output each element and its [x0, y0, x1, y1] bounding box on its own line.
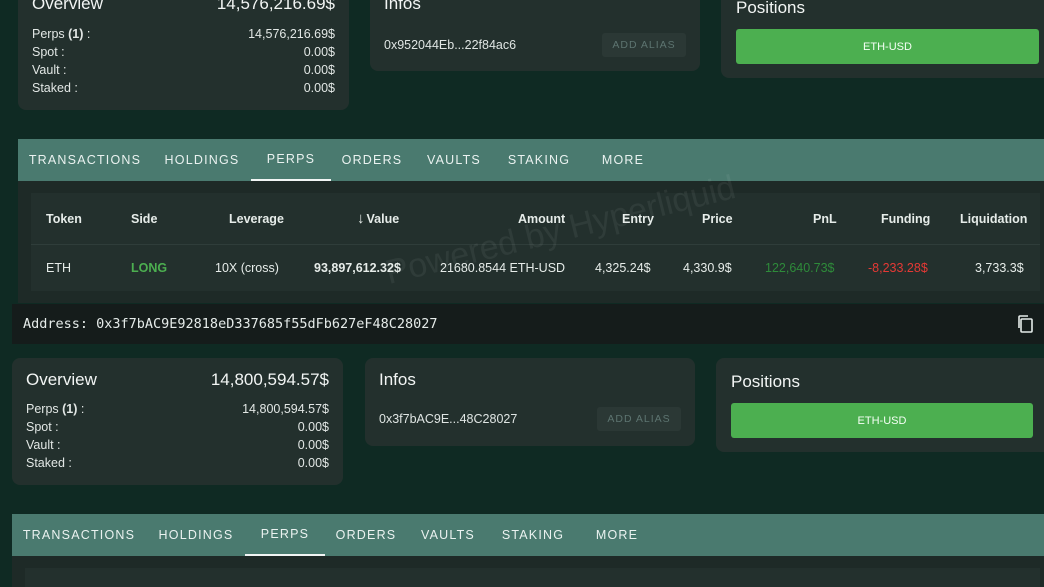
perps-table-body [25, 568, 1040, 587]
spot-label: Spot : [32, 45, 65, 59]
th-entry[interactable]: Entry [622, 212, 654, 226]
perps-table-body: Token Side Leverage ↓ Value Amount Entry … [31, 168, 1040, 292]
staked-label: Staked : [26, 456, 72, 470]
arrow-down-icon: ↓ [357, 210, 365, 227]
cell-amount: 21680.8544 ETH-USD [440, 261, 566, 275]
tab-vaults[interactable]: VAULTS [413, 139, 495, 181]
perps-label: Perps (1) : [26, 402, 85, 416]
th-value[interactable]: ↓ Value [357, 210, 399, 227]
staked-value: 0.00$ [303, 81, 335, 95]
positions-title: Positions [736, 0, 805, 17]
th-amount[interactable]: Amount [518, 212, 565, 226]
perps-table: Token Side Leverage ↓ Value Amount Entry … [18, 168, 1044, 303]
cell-price: 4,330.9$ [683, 261, 732, 275]
address-bar: Address: 0x3f7bAC9E92818eD337685f55dFb62… [12, 304, 1044, 344]
vault-label: Vault : [26, 438, 61, 452]
overview-title: Overview [32, 0, 103, 13]
cell-liquidation: 3,733.3$ [975, 261, 1024, 275]
th-pnl[interactable]: PnL [813, 212, 837, 226]
perps-value: 14,576,216.69$ [248, 27, 335, 41]
cell-entry: 4,325.24$ [595, 261, 651, 275]
infos-address: 0x3f7bAC9E...48C28027 [379, 412, 518, 426]
positions-card-top: Positions ETH-USD [721, 0, 1044, 78]
add-alias-button[interactable]: ADD ALIAS [602, 33, 686, 57]
tab-more[interactable]: MORE [583, 139, 663, 181]
infos-card-top: Infos 0x952044Eb...22f84ac6 ADD ALIAS [370, 0, 700, 71]
vault-label: Vault : [32, 63, 67, 77]
tab-bar-top: TRANSACTIONS HOLDINGS PERPS ORDERS VAULT… [18, 139, 1044, 181]
infos-card-bottom: Infos 0x3f7bAC9E...48C28027 ADD ALIAS [365, 358, 695, 446]
add-alias-button[interactable]: ADD ALIAS [597, 407, 681, 431]
th-price[interactable]: Price [702, 212, 733, 226]
perps-table-bottom [12, 556, 1044, 587]
th-liquidation[interactable]: Liquidation [960, 212, 1027, 226]
staked-label: Staked : [32, 81, 78, 95]
cell-pnl: 122,640.73$ [765, 261, 835, 275]
perps-value: 14,800,594.57$ [242, 402, 329, 416]
cell-funding: -8,233.28$ [868, 261, 928, 275]
spot-label: Spot : [26, 420, 59, 434]
tab-staking[interactable]: STAKING [495, 139, 583, 181]
infos-title: Infos [379, 370, 416, 389]
copy-icon[interactable] [1016, 314, 1034, 334]
tab-transactions[interactable]: TRANSACTIONS [18, 139, 152, 181]
cell-token: ETH [46, 261, 71, 275]
overview-total: 14,576,216.69$ [216, 0, 335, 13]
spot-value: 0.00$ [303, 45, 335, 59]
th-token[interactable]: Token [46, 212, 82, 226]
infos-address: 0x952044Eb...22f84ac6 [384, 38, 517, 52]
tab-staking[interactable]: STAKING [489, 514, 577, 556]
overview-card-top: Overview 14,576,216.69$ Perps (1) : 14,5… [18, 0, 349, 110]
cell-leverage: 10X (cross) [215, 261, 279, 275]
th-leverage[interactable]: Leverage [229, 212, 284, 226]
overview-total: 14,800,594.57$ [210, 370, 329, 389]
tab-orders[interactable]: ORDERS [331, 139, 413, 181]
tab-bar-bottom: TRANSACTIONS HOLDINGS PERPS ORDERS VAULT… [12, 514, 1044, 556]
positions-title: Positions [731, 372, 800, 391]
tab-transactions[interactable]: TRANSACTIONS [12, 514, 146, 556]
table-row[interactable]: ETH LONG 10X (cross) 93,897,612.32$ 2168… [31, 245, 1040, 291]
staked-value: 0.00$ [297, 456, 329, 470]
positions-card-bottom: Positions ETH-USD [716, 358, 1044, 452]
position-eth-usd-button[interactable]: ETH-USD [736, 29, 1039, 64]
cell-side: LONG [131, 261, 168, 275]
tab-orders[interactable]: ORDERS [325, 514, 407, 556]
tab-perps[interactable]: PERPS [245, 514, 325, 556]
overview-card-bottom: Overview 14,800,594.57$ Perps (1) : 14,8… [12, 358, 343, 485]
tab-holdings[interactable]: HOLDINGS [152, 139, 252, 181]
vault-value: 0.00$ [297, 438, 329, 452]
spot-value: 0.00$ [297, 420, 329, 434]
th-funding[interactable]: Funding [881, 212, 930, 226]
tab-holdings[interactable]: HOLDINGS [146, 514, 246, 556]
infos-title: Infos [384, 0, 421, 13]
overview-title: Overview [26, 370, 97, 389]
position-eth-usd-button[interactable]: ETH-USD [731, 403, 1033, 438]
cell-value: 93,897,612.32$ [314, 261, 401, 275]
perps-label: Perps (1) : [32, 27, 91, 41]
tab-vaults[interactable]: VAULTS [407, 514, 489, 556]
address-label: Address: 0x3f7bAC9E92818eD337685f55dFb62… [23, 316, 438, 332]
tab-perps[interactable]: PERPS [251, 139, 331, 181]
vault-value: 0.00$ [303, 63, 335, 77]
tab-more[interactable]: MORE [577, 514, 657, 556]
th-side[interactable]: Side [131, 212, 157, 226]
